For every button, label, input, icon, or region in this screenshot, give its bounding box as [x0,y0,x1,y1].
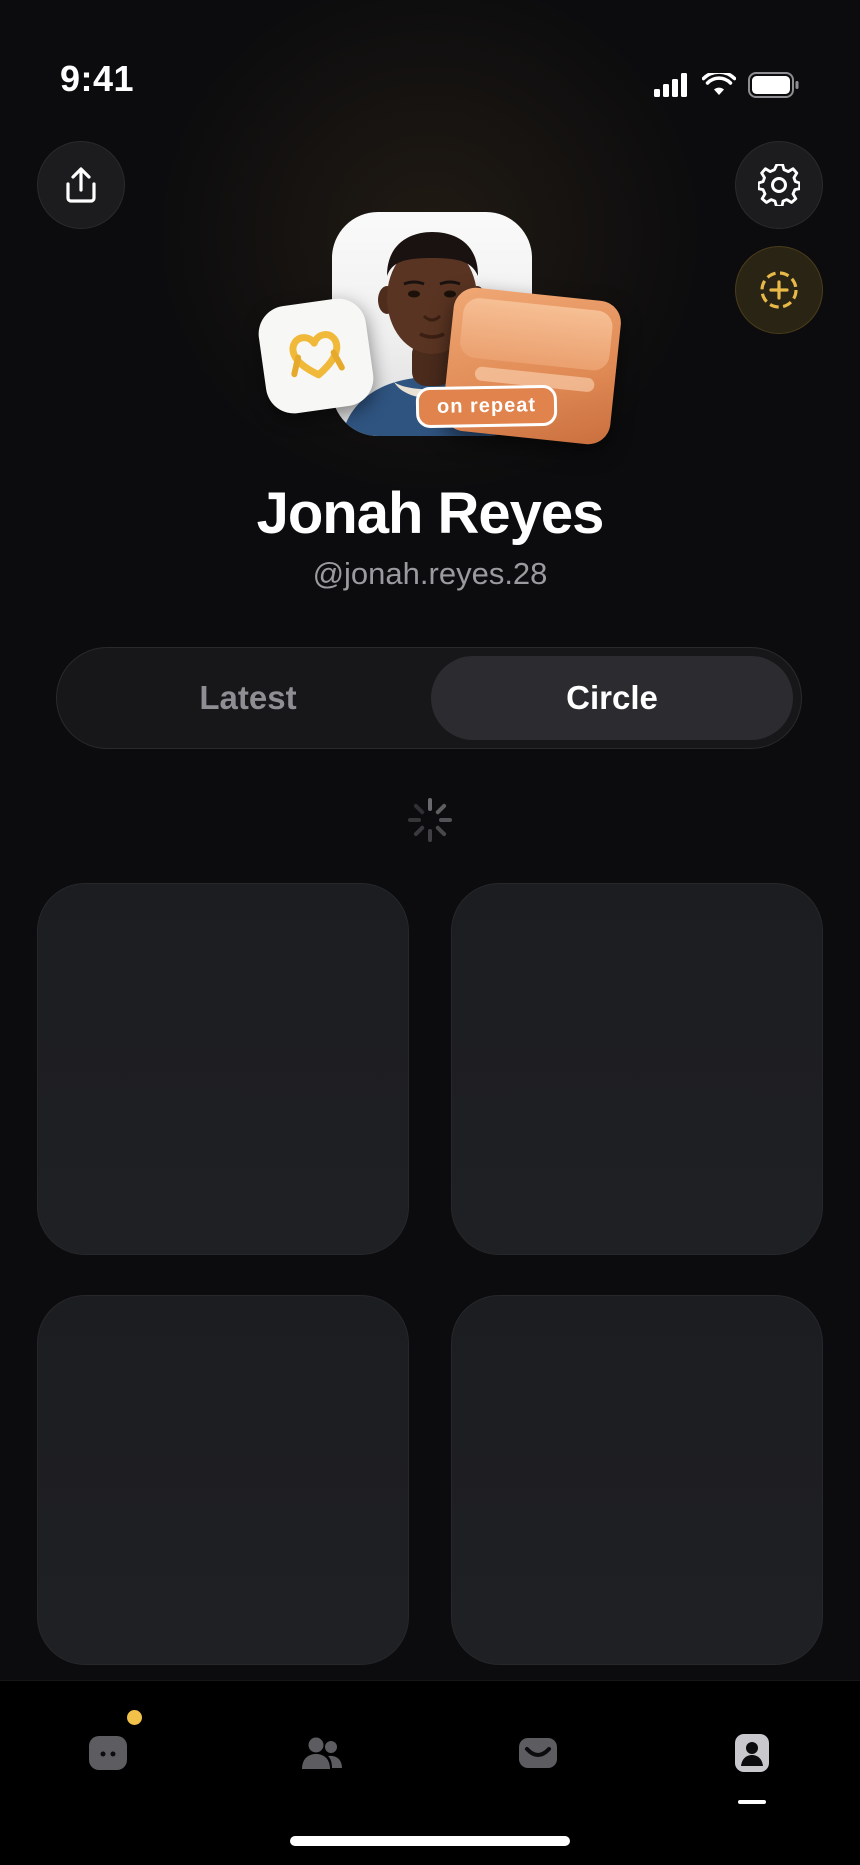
active-tab-indicator [738,1800,766,1804]
settings-button[interactable] [735,141,823,229]
friends-icon [302,1737,342,1769]
on-repeat-label: on repeat [415,384,558,429]
status-time: 9:41 [60,58,135,99]
card-flap [458,296,615,372]
wifi-icon [702,73,736,95]
gear-icon [758,164,800,206]
heart-hands-icon [289,331,345,379]
home-face-icon [89,1736,127,1770]
feed-segmented-control: Latest Circle [56,647,802,749]
share-button[interactable] [37,141,125,229]
status-icons [654,72,800,98]
heart-hands-sticker [255,295,377,417]
profile-name: Jonah Reyes [256,481,605,546]
home-indicator[interactable] [290,1836,570,1846]
tab-latest[interactable]: Latest [67,656,429,740]
placeholder-tile [37,883,409,1255]
notification-dot [127,1710,142,1725]
share-icon [66,167,96,203]
profile-handle: @jonah.reyes.28 [312,556,548,591]
inbox-icon [519,1738,557,1768]
add-circle-dashed-icon [760,271,798,309]
tab-bar-profile[interactable] [722,1725,782,1781]
profile-icon [735,1734,769,1772]
placeholder-tile [37,1295,409,1665]
profile-avatar-cluster[interactable]: on repeat [255,210,624,450]
tab-bar-home[interactable] [78,1725,138,1781]
placeholder-tile [451,883,823,1255]
tab-circle[interactable]: Circle [431,656,793,740]
add-moment-button[interactable] [735,246,823,334]
tab-bar-friends[interactable] [292,1725,352,1781]
battery-icon [748,72,799,98]
cellular-signal-icon [654,73,687,97]
placeholder-tile [451,1295,823,1665]
tab-bar-inbox[interactable] [508,1725,568,1781]
loading-spinner-icon [408,798,452,842]
